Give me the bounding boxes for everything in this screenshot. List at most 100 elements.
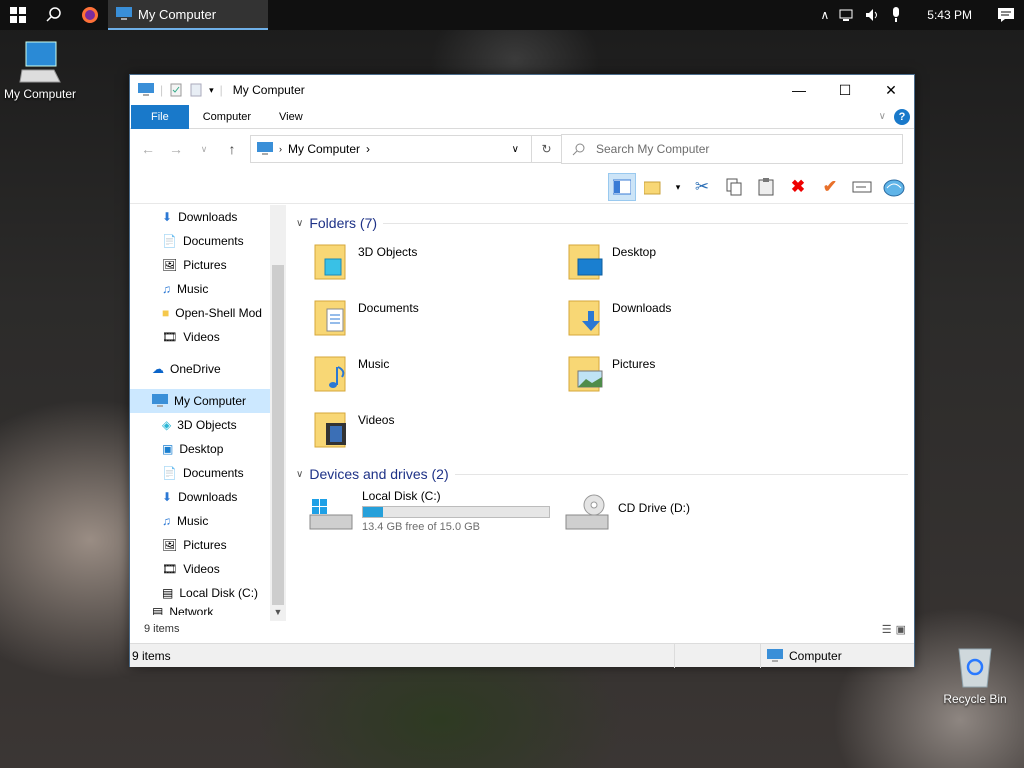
recent-locations-icon[interactable]: ∨ [194,144,214,155]
open-shell-button[interactable] [880,173,908,201]
microphone-icon[interactable] [891,7,901,23]
folder-label: Documents [358,301,419,315]
nav-item-downloads[interactable]: ⬇Downloads▲ [130,205,286,229]
group-title: Folders (7) [309,215,378,231]
folder-tile[interactable]: Documents [314,297,564,353]
back-button[interactable]: ← [138,141,158,157]
nav-item-open-shell[interactable]: ■ Open-Shell Mod [130,301,286,325]
rename-button[interactable] [848,173,876,201]
open-shell-icon [883,179,905,197]
nav-scrollbar[interactable]: ▼ [270,205,286,621]
paste-button[interactable] [752,173,780,201]
ribbon-tabs: File Computer View ∨ ? [130,104,914,129]
breadcrumb-separator-icon: › [279,144,282,154]
nav-item-desktop[interactable]: ▣ Desktop [130,437,286,461]
nav-item-pictures-pc[interactable]: 🖼 Pictures [130,533,286,557]
explorer-window: | ▾ | My Computer — ☐ ✕ File Computer Vi… [129,74,915,668]
cut-button[interactable]: ✂ [688,173,716,201]
new-folder-icon[interactable] [189,83,203,97]
search-box[interactable]: Search My Computer [561,134,903,164]
details-view-icon[interactable]: ☰ [882,623,892,636]
new-folder-icon [644,181,661,195]
up-button[interactable]: ↑ [222,141,242,157]
tab-view[interactable]: View [265,105,317,129]
nav-item-my-computer[interactable]: My Computer [130,389,286,413]
desktop-icon-my-computer[interactable]: My Computer [0,40,80,101]
downloads-folder-icon [568,300,600,336]
quick-access-dropdown-icon[interactable]: ▾ [209,85,214,96]
volume-icon[interactable] [865,8,881,22]
firefox-button[interactable] [72,0,108,30]
refresh-icon: ↻ [541,142,552,156]
nav-item-onedrive[interactable]: ☁ OneDrive [130,357,286,381]
group-header-folders[interactable]: ∨ Folders (7) [288,211,914,235]
new-folder-dropdown-icon[interactable]: ▾ [672,173,684,201]
system-tray: ∧ 5:43 PM [821,0,1024,30]
search-button[interactable] [36,0,72,30]
breadcrumb-chevron-icon[interactable]: › [366,142,370,156]
scrollbar-thumb[interactable] [272,265,284,605]
folder-tile[interactable]: Desktop [568,241,818,297]
folder-tile[interactable]: 3D Objects [314,241,564,297]
start-button[interactable] [0,0,36,30]
minimize-button[interactable]: — [776,75,822,105]
drive-usage-fill [363,507,383,517]
status-empty [675,643,761,668]
help-icon[interactable]: ? [894,108,910,125]
delete-button[interactable]: ✖ [784,173,812,201]
new-folder-button[interactable] [640,173,668,201]
nav-item-network[interactable]: ▤ Network [130,605,286,615]
nav-item-downloads-pc[interactable]: ⬇ Downloads [130,485,286,509]
expand-ribbon-icon[interactable]: ∨ [879,111,886,122]
properties-button[interactable]: ✔ [816,173,844,201]
computer-icon [138,83,154,96]
clock[interactable]: 5:43 PM [927,8,972,22]
nav-item-music[interactable]: ♫ Music [130,277,286,301]
chevron-up-icon[interactable]: ∧ [821,8,830,22]
refresh-button[interactable]: ↻ [531,136,561,162]
folder-tile[interactable]: Videos [314,409,564,465]
nav-item-3d-objects[interactable]: ◈ 3D Objects [130,413,286,437]
nav-item-videos-pc[interactable]: 🎞 Videos [130,557,286,581]
scroll-down-icon[interactable]: ▼ [270,607,286,621]
documents-folder-icon [314,300,346,336]
forward-button[interactable]: → [166,141,186,157]
folder-tile[interactable]: Downloads [568,297,818,353]
download-icon: ⬇ [162,490,173,504]
nav-item-local-disk[interactable]: ▤ Local Disk (C:) [130,581,286,605]
group-header-devices[interactable]: ∨ Devices and drives (2) [288,462,914,486]
properties-icon[interactable] [169,83,183,97]
computer-icon [257,142,273,155]
desktop-icon-recycle-bin[interactable]: Recycle Bin [935,645,1015,706]
separator: | [219,83,223,97]
navigation-pane-button[interactable] [608,173,636,201]
nav-item-documents-pc[interactable]: 📄 Documents [130,461,286,485]
large-icons-view-icon[interactable]: ▣ [896,623,906,636]
address-dropdown-icon[interactable]: ∨ [512,144,519,155]
taskbar-app-my-computer[interactable]: My Computer [108,0,268,30]
status-bar: 9 items Computer [130,643,914,668]
drive-tile-c[interactable]: Local Disk (C:) 13.4 GB free of 15.0 GB [308,489,568,545]
notifications-icon[interactable] [998,8,1014,22]
tab-file[interactable]: File [131,104,189,129]
drive-tile-d[interactable]: CD Drive (D:) [564,493,814,549]
nav-item-videos[interactable]: 🎞 Videos [130,325,286,349]
nav-item-documents[interactable]: 📄Documents▲ [130,229,286,253]
close-button[interactable]: ✕ [868,75,914,105]
tab-computer[interactable]: Computer [189,105,265,129]
copy-button[interactable] [720,173,748,201]
nav-item-music-pc[interactable]: ♫ Music [130,509,286,533]
picture-icon: 🖼 [162,538,178,552]
drive-usage-bar [362,506,550,518]
folder-tile[interactable]: Pictures [568,353,818,409]
nav-item-pictures[interactable]: 🖼Pictures▲ [130,253,286,277]
windows-logo-icon [10,7,26,23]
folder-tile[interactable]: Music [314,353,564,409]
video-icon: 🎞 [162,562,178,576]
address-bar[interactable]: › My Computer › ∨ ↻ [250,135,562,163]
maximize-button[interactable]: ☐ [822,75,868,105]
recycle-bin-icon [958,648,992,688]
rename-icon [852,181,872,193]
network-icon[interactable] [839,8,855,22]
items-count: 9 items [144,623,180,635]
